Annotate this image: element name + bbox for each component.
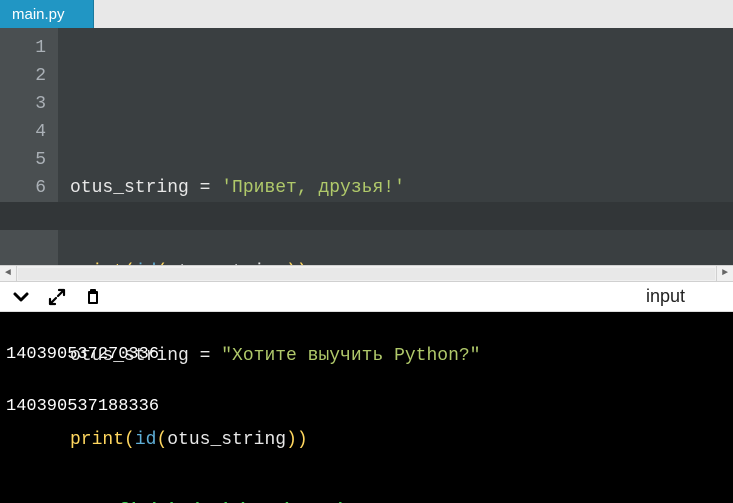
- code-line: otus_string = 'Привет, друзья!': [70, 174, 733, 202]
- chevron-down-icon: [12, 288, 30, 306]
- paren: )): [286, 430, 308, 450]
- paren: (: [124, 430, 135, 450]
- line-number: 1: [0, 34, 58, 62]
- builtin-print: print: [70, 430, 124, 450]
- line-number: 2: [0, 62, 58, 90]
- code-line: otus_string = "Хотите выучить Python?": [70, 342, 733, 370]
- line-number: 4: [0, 118, 58, 146]
- line-number: 6: [0, 174, 58, 202]
- horizontal-scrollbar[interactable]: ◄ ►: [0, 265, 733, 282]
- code-line: [70, 90, 733, 118]
- tab-main-py[interactable]: main.py: [0, 0, 94, 28]
- line-number: 3: [0, 90, 58, 118]
- identifier: otus_string: [70, 178, 189, 198]
- code-line: print(id(otus_string)): [70, 426, 733, 454]
- operator: =: [189, 178, 221, 198]
- scroll-right-arrow-icon[interactable]: ►: [716, 266, 733, 281]
- string-literal: "Хотите выучить Python?": [221, 346, 480, 366]
- line-number: 5: [0, 146, 58, 174]
- expand-button[interactable]: [44, 284, 70, 310]
- operator: =: [189, 346, 221, 366]
- expand-icon: [48, 288, 66, 306]
- paren: (: [156, 430, 167, 450]
- tab-filename: main.py: [12, 6, 65, 23]
- tab-bar: main.py: [0, 0, 733, 28]
- builtin-id: id: [135, 430, 157, 450]
- identifier: otus_string: [167, 430, 286, 450]
- collapse-button[interactable]: [8, 284, 34, 310]
- scroll-left-arrow-icon[interactable]: ◄: [0, 266, 17, 281]
- string-literal: 'Привет, друзья!': [221, 178, 405, 198]
- code-editor[interactable]: 1 2 3 4 5 6 7 otus_string = 'Привет, дру…: [0, 28, 733, 265]
- identifier: otus_string: [70, 346, 189, 366]
- code-area[interactable]: otus_string = 'Привет, друзья!' print(id…: [58, 28, 733, 265]
- scrollbar-thumb[interactable]: [18, 268, 715, 280]
